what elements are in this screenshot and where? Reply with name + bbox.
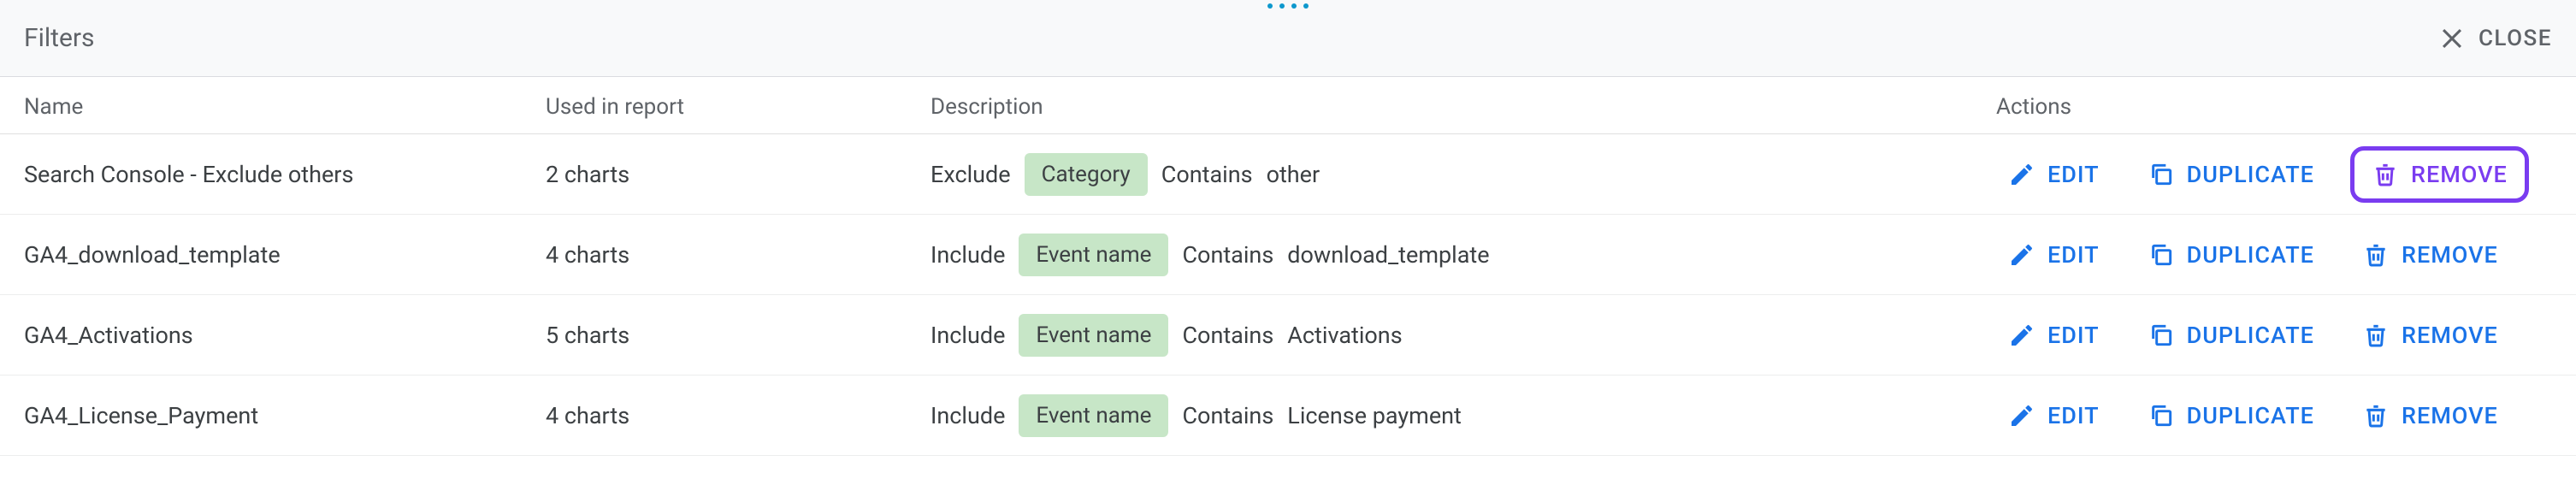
col-header-name: Name (24, 94, 546, 120)
table-row: GA4_Activations 5 charts Include Event n… (0, 295, 2576, 376)
filters-table: Name Used in report Description Actions … (0, 77, 2576, 456)
edit-label: EDIT (2047, 161, 2100, 188)
pencil-icon (2008, 322, 2035, 349)
edit-label: EDIT (2047, 402, 2100, 429)
remove-button[interactable]: REMOVE (2350, 233, 2510, 277)
pencil-icon (2008, 241, 2035, 269)
filter-used: 4 charts (546, 402, 931, 429)
filter-description: Include Event name Contains Activations (931, 314, 1996, 357)
remove-label: REMOVE (2402, 402, 2498, 429)
edit-button[interactable]: EDIT (1996, 313, 2112, 358)
remove-label: REMOVE (2402, 241, 2498, 269)
filter-name: Search Console - Exclude others (24, 161, 546, 188)
trash-icon (2362, 402, 2390, 429)
copy-icon (2148, 322, 2175, 349)
value-label: other (1267, 161, 1320, 188)
remove-button[interactable]: REMOVE (2350, 146, 2529, 203)
condition-label: Contains (1182, 402, 1273, 429)
panel-header: Filters CLOSE (0, 0, 2576, 77)
filter-description: Include Event name Contains License paym… (931, 394, 1996, 437)
edit-button[interactable]: EDIT (1996, 393, 2112, 438)
duplicate-label: DUPLICATE (2187, 241, 2314, 269)
filter-name: GA4_License_Payment (24, 402, 546, 429)
filter-used: 5 charts (546, 322, 931, 349)
row-actions: EDIT DUPLICATE REMOVE (1996, 393, 2552, 438)
trash-icon (2362, 241, 2390, 269)
copy-icon (2148, 241, 2175, 269)
edit-label: EDIT (2047, 322, 2100, 349)
col-header-actions: Actions (1996, 94, 2552, 120)
duplicate-label: DUPLICATE (2187, 161, 2314, 188)
duplicate-label: DUPLICATE (2187, 322, 2314, 349)
pencil-icon (2008, 402, 2035, 429)
duplicate-label: DUPLICATE (2187, 402, 2314, 429)
col-header-desc: Description (931, 94, 1996, 120)
table-row: GA4_License_Payment 4 charts Include Eve… (0, 376, 2576, 456)
condition-label: Contains (1182, 241, 1273, 269)
row-actions: EDIT DUPLICATE REMOVE (1996, 233, 2552, 277)
filter-name: GA4_Activations (24, 322, 546, 349)
remove-label: REMOVE (2402, 322, 2498, 349)
trash-icon (2372, 161, 2399, 188)
col-header-used: Used in report (546, 94, 931, 120)
dimension-chip: Category (1025, 153, 1148, 196)
inc-exc-label: Include (931, 241, 1005, 269)
panel-title: Filters (24, 23, 95, 53)
filters-panel: Filters CLOSE Name Used in report Descri… (0, 0, 2576, 456)
copy-icon (2148, 402, 2175, 429)
edit-button[interactable]: EDIT (1996, 152, 2112, 197)
edit-button[interactable]: EDIT (1996, 233, 2112, 277)
trash-icon (2362, 322, 2390, 349)
row-actions: EDIT DUPLICATE REMOVE (1996, 146, 2552, 203)
inc-exc-label: Include (931, 322, 1005, 349)
table-header: Name Used in report Description Actions (0, 77, 2576, 134)
dimension-chip: Event name (1019, 234, 1168, 276)
drag-handle[interactable] (1267, 3, 1309, 9)
filter-description: Include Event name Contains download_tem… (931, 234, 1996, 276)
close-icon (2437, 24, 2467, 53)
dimension-chip: Event name (1019, 314, 1168, 357)
value-label: download_template (1287, 241, 1489, 269)
pencil-icon (2008, 161, 2035, 188)
remove-label: REMOVE (2411, 161, 2508, 188)
inc-exc-label: Exclude (931, 161, 1011, 188)
duplicate-button[interactable]: DUPLICATE (2136, 152, 2326, 197)
filter-description: Exclude Category Contains other (931, 153, 1996, 196)
duplicate-button[interactable]: DUPLICATE (2136, 393, 2326, 438)
condition-label: Contains (1182, 322, 1273, 349)
duplicate-button[interactable]: DUPLICATE (2136, 313, 2326, 358)
close-button[interactable]: CLOSE (2437, 24, 2552, 53)
filter-used: 2 charts (546, 161, 931, 188)
remove-button[interactable]: REMOVE (2350, 313, 2510, 358)
row-actions: EDIT DUPLICATE REMOVE (1996, 313, 2552, 358)
table-row: GA4_download_template 4 charts Include E… (0, 215, 2576, 295)
filter-used: 4 charts (546, 241, 931, 269)
condition-label: Contains (1161, 161, 1253, 188)
close-label: CLOSE (2479, 26, 2552, 51)
copy-icon (2148, 161, 2175, 188)
value-label: Activations (1287, 322, 1402, 349)
dimension-chip: Event name (1019, 394, 1168, 437)
duplicate-button[interactable]: DUPLICATE (2136, 233, 2326, 277)
value-label: License payment (1287, 402, 1462, 429)
inc-exc-label: Include (931, 402, 1005, 429)
remove-button[interactable]: REMOVE (2350, 393, 2510, 438)
filter-name: GA4_download_template (24, 241, 546, 269)
edit-label: EDIT (2047, 241, 2100, 269)
table-row: Search Console - Exclude others 2 charts… (0, 134, 2576, 215)
